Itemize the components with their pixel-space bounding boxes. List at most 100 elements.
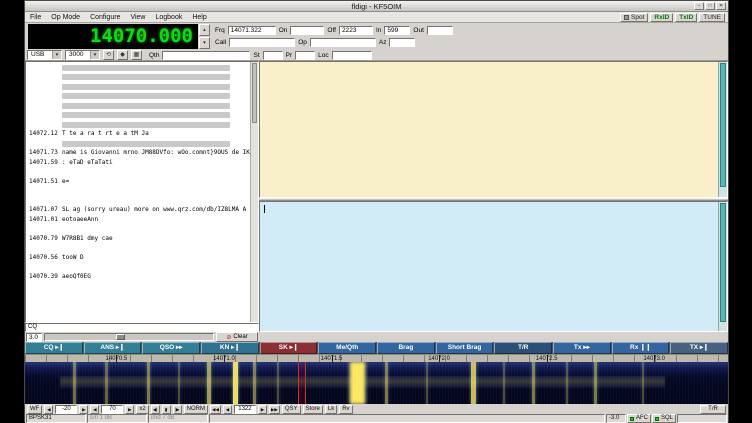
browser-row[interactable]: 14070.39aeoQf0EG [26,272,250,282]
field-az[interactable] [389,38,415,47]
frequency-display[interactable]: 14070.000 [28,24,198,49]
browser-row[interactable] [26,73,250,83]
upper-signal-level[interactable]: -20 [55,405,77,414]
rx-scrollbar[interactable] [718,62,727,197]
mode-indicator[interactable]: BPSK31 [26,414,86,423]
shift-right-button[interactable]: |▶ [173,405,182,414]
sweet-spot-button[interactable]: ◆ [117,50,128,60]
menu-view[interactable]: View [125,14,150,21]
audio-frequency[interactable]: 1322 [234,405,256,414]
upper-level-down-button[interactable]: ◀ [44,405,53,414]
browser-row[interactable]: 14071.59: eTaD eTaTati [26,158,250,168]
browser-row[interactable]: 14072.12T te a ra t rt e a tM Ja [26,130,250,140]
maximize-button[interactable]: □ [705,2,715,10]
freq-coarse-down-button[interactable]: ◀◀ [210,405,221,414]
browser-row[interactable]: 14070.56tooW D [26,253,250,263]
squelch-slider[interactable] [44,333,214,341]
macro-button-5[interactable]: SK ▸❙ [260,342,318,354]
zoom-button[interactable]: x2 [136,405,148,414]
browser-row[interactable] [26,196,250,206]
macro-button-1[interactable]: CQ ▸❙ [25,342,83,354]
frequency-up-button[interactable]: ▲ [199,24,210,36]
macro-button-4[interactable]: KN ▸❙ [201,342,259,354]
browser-row[interactable] [26,63,250,73]
field-pr[interactable] [295,51,315,60]
range-up-button[interactable]: ▶ [125,405,134,414]
browser-row[interactable]: 14071.07SL ag (sorry ureau) more on www.… [26,206,250,216]
macro-button-11[interactable]: Rx ❙❙ [612,342,670,354]
tx-text-pane[interactable] [259,201,728,332]
browser-row[interactable] [26,139,250,149]
bandwidth-select[interactable]: 3000▼ [65,50,100,60]
menu-configure[interactable]: Configure [85,14,125,21]
field-loc[interactable] [332,51,372,60]
browser-row[interactable]: 14071.73 name is Giovanni mrno JM88DVfo:… [26,149,250,159]
rxid-button[interactable]: RxID [650,13,673,22]
frequency-down-button[interactable]: ▼ [199,37,210,49]
browser-row[interactable] [26,225,250,235]
upper-level-up-button[interactable]: ▶ [79,405,88,414]
txid-button[interactable]: TxID [675,13,697,22]
macro-button-6[interactable]: Me/Qth [318,342,376,354]
freq-coarse-up-button[interactable]: ▶▶ [269,405,280,414]
menu-file[interactable]: File [25,14,46,21]
reverse-button[interactable]: Rv [339,405,352,414]
menu-logbook[interactable]: Logbook [150,14,187,21]
field-frq[interactable]: 14071.322 [228,26,276,35]
browser-row[interactable] [26,101,250,111]
browser-scrollbar[interactable] [250,62,258,322]
scrollbar-thumb[interactable] [720,203,726,322]
tx-scrollbar[interactable] [718,202,727,331]
tune-button[interactable]: TUNE [699,13,725,22]
wf-mode-button[interactable]: WF [27,405,42,414]
menu-op-mode[interactable]: Op Mode [46,14,85,21]
sideband-select[interactable]: USB▼ [27,50,62,60]
freq-fine-up-button[interactable]: ▶ [258,405,267,414]
freq-fine-down-button[interactable]: ◀ [223,405,232,414]
signal-range[interactable]: 70 [101,405,123,414]
range-down-button[interactable]: ◀ [90,405,99,414]
browser-row[interactable] [26,92,250,102]
clear-browser-button[interactable]: ⊘Clear [216,332,258,342]
scrollbar-thumb[interactable] [720,63,726,187]
macro-button-12[interactable]: TX ▸❙ [670,342,728,354]
field-call[interactable] [229,38,295,47]
center-signal-button[interactable]: ▮ [162,405,171,414]
qsy-button[interactable]: QSY [282,405,301,414]
browser-row[interactable] [26,120,250,130]
field-op[interactable] [310,38,376,47]
sql-toggle[interactable]: SQL [652,414,676,423]
wf-speed-button[interactable]: NORM [184,405,208,414]
browser-row[interactable] [26,263,250,273]
waterfall[interactable] [25,362,728,404]
field-in[interactable]: 599 [384,26,410,35]
field-st[interactable] [263,51,283,60]
signal-browser[interactable]: 14072.12T te a ra t rt e a tM Ja 14071.73… [25,61,259,323]
browser-row[interactable] [26,244,250,254]
shift-left-button[interactable]: ◀| [151,405,160,414]
field-on[interactable] [290,26,324,35]
title-bar[interactable]: fldigi - KF5OIM – □ ✕ [25,1,728,12]
field-off[interactable]: 2223 [339,26,373,35]
macro-button-8[interactable]: Short Brag [436,342,494,354]
macro-button-7[interactable]: Brag [377,342,435,354]
seek-regex-field[interactable]: CQ [25,323,259,332]
browser-row[interactable]: 14071.01eotoaeeAnn [26,215,250,225]
rx-text-pane[interactable] [259,61,728,198]
squelch-value[interactable]: 3.0 [26,333,42,342]
macro-button-10[interactable]: Tx ▸▸ [553,342,611,354]
browser-row[interactable] [26,187,250,197]
scrollbar-thumb[interactable] [252,63,257,123]
close-button[interactable]: ✕ [716,2,726,10]
lock-tx-freq-button[interactable]: Lk [325,405,337,414]
field-qth[interactable] [162,51,250,60]
afc-toggle[interactable]: AFC [627,414,651,423]
macro-button-3[interactable]: QSO ▸▸ [142,342,200,354]
menu-help[interactable]: Help [187,14,211,21]
browser-row[interactable] [26,168,250,178]
store-button[interactable]: Store [303,405,323,414]
memory-button[interactable]: ▦ [131,50,142,60]
tx-rx-button[interactable]: T/R [700,405,726,414]
restore-frequency-button[interactable]: ⟲ [103,50,114,60]
macro-button-2[interactable]: ANS ▸❙ [84,342,142,354]
